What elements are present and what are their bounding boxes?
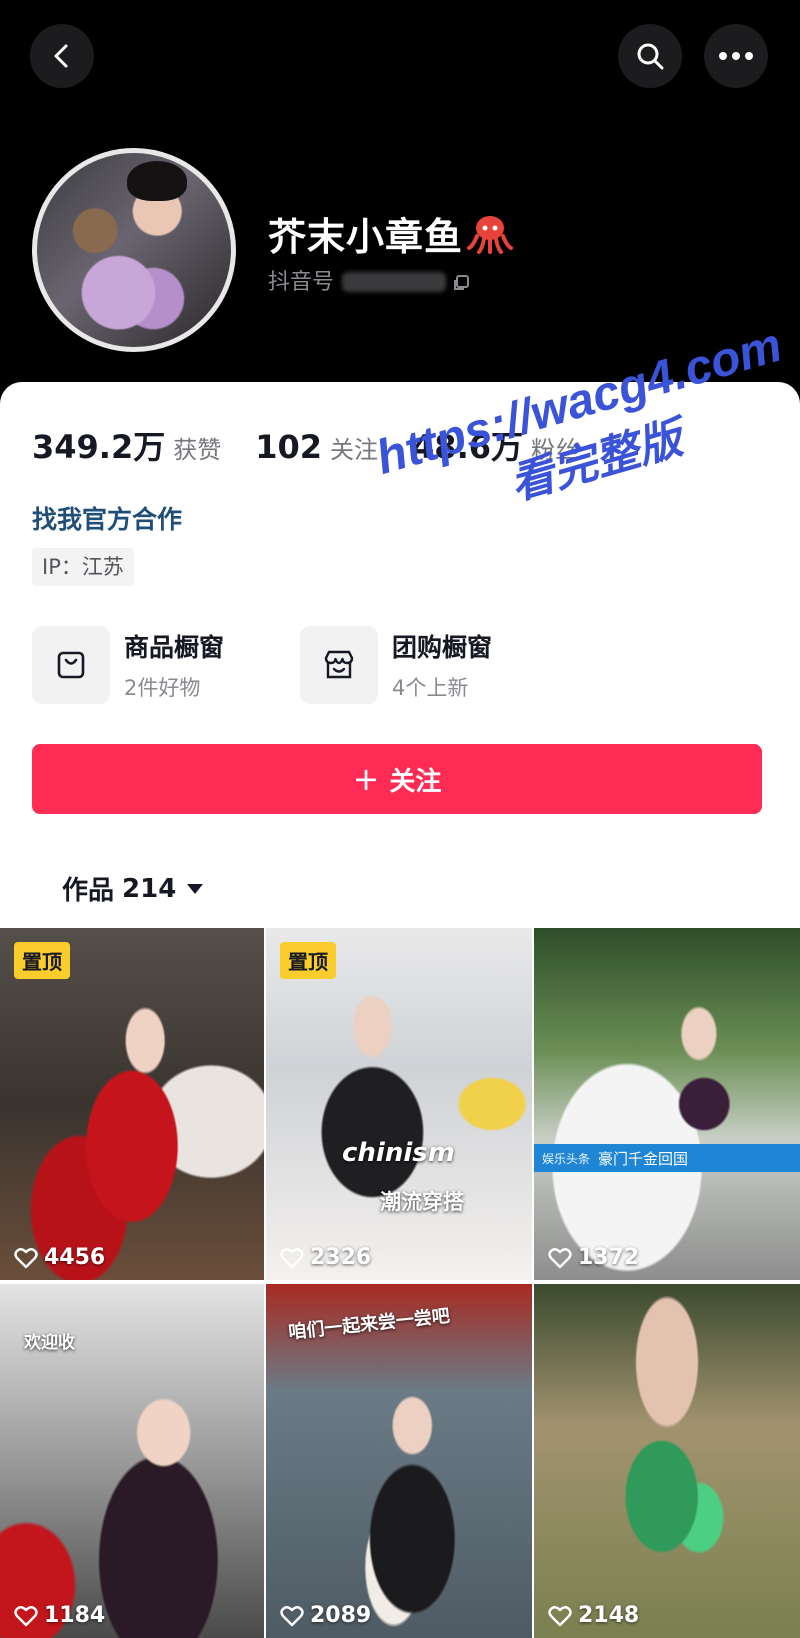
video-tile[interactable]: 2148 bbox=[534, 1284, 800, 1638]
video-tile[interactable]: 置顶 chinism 潮流穿搭 2326 bbox=[266, 928, 532, 1280]
video-likes: 2148 bbox=[548, 1603, 639, 1628]
video-overlay-caption: 欢迎收 bbox=[24, 1333, 75, 1353]
video-likes: 2089 bbox=[280, 1603, 371, 1628]
product-showcase-text: 商品橱窗 2件好物 bbox=[124, 628, 224, 702]
pinned-badge: 置顶 bbox=[14, 942, 70, 979]
heart-outline-icon bbox=[280, 1605, 304, 1626]
video-overlay-caption: 咱们一起来尝一尝吧 bbox=[287, 1305, 451, 1344]
group-buy-subtitle: 4个上新 bbox=[392, 676, 469, 700]
back-button[interactable] bbox=[30, 24, 94, 88]
group-buy-showcase[interactable]: 团购橱窗 4个上新 bbox=[300, 626, 492, 704]
copy-icon[interactable] bbox=[452, 274, 470, 292]
heart-outline-icon bbox=[548, 1247, 572, 1268]
product-showcase-title: 商品橱窗 bbox=[124, 633, 225, 662]
video-likes: 1184 bbox=[14, 1603, 105, 1628]
pinned-badge: 置顶 bbox=[280, 942, 336, 979]
video-news-banner: 娱乐头条 豪门千金回国 bbox=[534, 1144, 800, 1172]
video-likes-count: 2148 bbox=[578, 1603, 640, 1628]
search-icon bbox=[637, 43, 664, 70]
likes-count: 349.2万 bbox=[32, 428, 166, 466]
plus-icon: + bbox=[352, 760, 380, 798]
shop-icon-box bbox=[32, 626, 110, 704]
video-likes-count: 1184 bbox=[44, 1603, 106, 1628]
douyin-id-label: 抖音号 bbox=[268, 270, 335, 295]
video-likes-count: 2326 bbox=[310, 1245, 372, 1270]
video-likes: 1372 bbox=[548, 1245, 639, 1270]
shop-icon-box bbox=[300, 626, 378, 704]
avatar[interactable] bbox=[32, 148, 236, 352]
nickname: 芥末小章鱼 bbox=[268, 206, 514, 261]
video-banner-right: 豪门千金回国 bbox=[598, 1149, 689, 1168]
more-button[interactable] bbox=[704, 24, 768, 88]
video-tile[interactable]: 咱们一起来尝一尝吧 2089 bbox=[266, 1284, 532, 1638]
bag-icon bbox=[57, 651, 85, 679]
video-likes-count: 2089 bbox=[310, 1603, 372, 1628]
nickname-text: 芥末小章鱼 bbox=[268, 215, 464, 259]
profile-header: 芥末小章鱼 抖音号 bbox=[0, 0, 800, 400]
douyin-id: 抖音号 bbox=[268, 264, 470, 296]
more-dots-icon bbox=[719, 52, 753, 60]
video-grid: 置顶 4456 置顶 chinism 潮流穿搭 2326 娱乐头条 豪门千金回国… bbox=[0, 928, 800, 1638]
group-buy-title: 团购橱窗 bbox=[392, 633, 493, 662]
search-button[interactable] bbox=[618, 24, 682, 88]
video-likes-count: 4456 bbox=[44, 1245, 106, 1270]
avatar-image bbox=[127, 161, 187, 201]
chevron-left-icon bbox=[54, 44, 68, 68]
likes-label: 获赞 bbox=[173, 436, 222, 464]
store-icon bbox=[324, 650, 354, 679]
product-showcase[interactable]: 商品橱窗 2件好物 bbox=[32, 626, 224, 704]
heart-outline-icon bbox=[14, 1247, 38, 1268]
video-likes-count: 1372 bbox=[578, 1245, 640, 1270]
heart-outline-icon bbox=[548, 1605, 572, 1626]
video-likes: 2326 bbox=[280, 1245, 371, 1270]
follow-button[interactable]: + 关注 bbox=[32, 744, 762, 814]
heart-outline-icon bbox=[14, 1605, 38, 1626]
video-overlay-caption: 潮流穿搭 bbox=[380, 1190, 464, 1214]
works-tab-label: 作品 bbox=[62, 876, 115, 906]
video-tile[interactable]: 娱乐头条 豪门千金回国 1372 bbox=[534, 928, 800, 1280]
works-count: 214 bbox=[122, 873, 177, 904]
douyin-id-value-blurred bbox=[342, 272, 447, 292]
ip-location-tag: IP：江苏 bbox=[32, 548, 134, 586]
caret-down-icon bbox=[187, 883, 204, 894]
video-tile[interactable]: 置顶 4456 bbox=[0, 928, 264, 1280]
video-overlay-brand: chinism bbox=[342, 1138, 455, 1168]
official-cooperation-link[interactable]: 找我官方合作 bbox=[32, 500, 182, 536]
video-tile[interactable]: 欢迎收 1184 bbox=[0, 1284, 264, 1638]
video-banner-left: 娱乐头条 bbox=[542, 1151, 591, 1166]
product-showcase-subtitle: 2件好物 bbox=[124, 676, 201, 700]
following-count[interactable]: 102 bbox=[255, 428, 322, 466]
video-likes: 4456 bbox=[14, 1245, 105, 1270]
octopus-emoji-icon bbox=[467, 216, 514, 254]
heart-outline-icon bbox=[280, 1247, 304, 1268]
works-tab[interactable]: 作品 214 bbox=[62, 870, 204, 907]
follow-button-label: 关注 bbox=[389, 766, 442, 797]
group-buy-text: 团购橱窗 4个上新 bbox=[392, 628, 492, 702]
